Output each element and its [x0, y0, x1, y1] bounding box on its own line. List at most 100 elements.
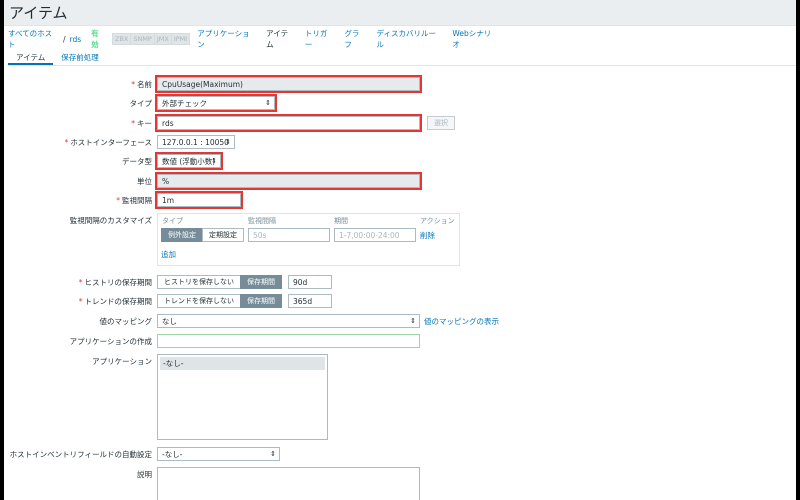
description-label: 説明: [137, 470, 152, 479]
screenshot-frame: アイテム すべてのホスト / rds 有効 ZBX SNMP JMX IPMI …: [0, 0, 800, 500]
inventory-select[interactable]: -なし- ⇕: [157, 447, 280, 461]
row-description: 説明: [4, 467, 794, 500]
applications-listbox[interactable]: -なし-: [157, 354, 328, 440]
history-input[interactable]: 90d: [288, 275, 332, 289]
applications-option-none[interactable]: -なし-: [160, 357, 325, 370]
data-type-value: 数値 (浮動小数): [162, 157, 216, 166]
row-key: * キー rds 選択: [4, 114, 794, 132]
row-name: * 名前 CpuUsage(Maximum): [4, 75, 794, 93]
row-custom-intervals: 監視間隔のカスタマイズ タイプ 監視間隔 期間 アクション 例外設定 定期設定 …: [4, 213, 794, 268]
units-label: 単位: [137, 177, 152, 186]
trends-toggle: トレンドを保存しない 保存期間: [157, 294, 282, 308]
host-sub-navigation: アプリケーション アイテム トリガー グラフ ディスカバリルール Webシナリオ: [197, 28, 508, 50]
history-do-not-keep[interactable]: ヒストリを保存しない: [157, 275, 241, 289]
nav-applications[interactable]: アプリケーション: [197, 28, 256, 50]
trends-control: トレンドを保存しない 保存期間 365d: [157, 294, 332, 308]
page-header: アイテム: [4, 0, 796, 26]
data-type-select[interactable]: 数値 (浮動小数) ⇕: [155, 152, 223, 170]
interval-control: 1m: [155, 191, 243, 209]
trends-input[interactable]: 365d: [288, 294, 332, 308]
row-applications: アプリケーション -なし-: [4, 354, 794, 442]
name-control: CpuUsage(Maximum): [155, 75, 422, 93]
history-label: * ヒストリの保存期間: [78, 278, 152, 287]
custom-interval-input[interactable]: 50s: [248, 228, 330, 242]
trends-label: * トレンドの保存期間: [78, 297, 152, 306]
chevron-updown-icon: ⇕: [270, 450, 276, 458]
row-units: 単位 %: [4, 172, 794, 190]
data-type-label: データ型: [122, 157, 152, 166]
row-inventory: ホストインベントリフィールドの自動設定 -なし- ⇕: [4, 447, 794, 461]
add-interval-link[interactable]: 追加: [161, 249, 176, 260]
host-status-badge: 有効: [91, 29, 99, 49]
badge-zbx: ZBX: [111, 33, 132, 45]
tab-preprocessing[interactable]: 保存前処理: [53, 50, 107, 65]
value-map-value: なし: [162, 317, 177, 326]
header-action: アクション: [420, 217, 455, 225]
new-application-input[interactable]: [157, 334, 420, 348]
nav-graphs[interactable]: グラフ: [344, 28, 366, 50]
host-interface-label: * ホストインターフェース: [64, 138, 152, 147]
inventory-label: ホストインベントリフィールドの自動設定: [9, 450, 152, 459]
nav-items[interactable]: アイテム: [266, 28, 295, 50]
history-control: ヒストリを保存しない 保存期間 90d: [157, 275, 332, 289]
segment-scheduling[interactable]: 定期設定: [202, 228, 244, 242]
tab-item[interactable]: アイテム: [8, 50, 54, 65]
availability-badges: ZBX SNMP JMX IPMI: [111, 33, 191, 45]
applications-label: アプリケーション: [92, 357, 152, 366]
segment-flexible[interactable]: 例外設定: [161, 228, 203, 242]
custom-period-input[interactable]: 1-7,00:00-24:00: [334, 228, 416, 242]
key-select-button[interactable]: 選択: [427, 116, 455, 130]
nav-all-hosts[interactable]: すべてのホスト: [8, 28, 59, 50]
show-value-mappings-link[interactable]: 値のマッピングの表示: [424, 316, 499, 327]
page-title: アイテム: [9, 4, 68, 22]
badge-snmp: SNMP: [130, 33, 155, 45]
trends-do-not-keep[interactable]: トレンドを保存しない: [157, 294, 241, 308]
data-type-control: 数値 (浮動小数) ⇕: [155, 152, 223, 170]
interval-type-toggle: 例外設定 定期設定: [161, 228, 244, 242]
units-control: %: [155, 172, 422, 190]
nav-host[interactable]: rds: [70, 35, 82, 44]
value-map-select[interactable]: なし ⇕: [157, 314, 420, 328]
host-interface-value: 127.0.0.1 : 10050: [162, 138, 229, 147]
type-select[interactable]: 外部チェック ⇕: [155, 94, 277, 112]
chevron-updown-icon: ⇕: [225, 138, 231, 146]
trends-storage-period[interactable]: 保存期間: [240, 294, 282, 308]
key-input[interactable]: rds: [155, 114, 422, 132]
header-type: タイプ: [162, 217, 183, 225]
interval-label: * 監視間隔: [116, 196, 152, 205]
row-host-interface: * ホストインターフェース 127.0.0.1 : 10050 ⇕: [4, 135, 794, 149]
form-tabs: アイテム 保存前処理: [8, 50, 796, 66]
host-navigation: すべてのホスト / rds 有効 ZBX SNMP JMX IPMI アプリケー…: [8, 28, 508, 50]
key-label: * キー: [131, 119, 152, 128]
history-storage-period[interactable]: 保存期間: [240, 275, 282, 289]
row-value-map: 値のマッピング なし ⇕ 値のマッピングの表示: [4, 314, 794, 328]
inventory-value: -なし-: [162, 450, 183, 459]
value-map-label: 値のマッピング: [99, 317, 153, 326]
page: アイテム すべてのホスト / rds 有効 ZBX SNMP JMX IPMI …: [0, 0, 800, 500]
nav-discovery-rules[interactable]: ディスカバリルール: [377, 28, 443, 50]
nav-triggers[interactable]: トリガー: [305, 28, 335, 50]
name-label: * 名前: [131, 80, 152, 89]
row-type: タイプ 外部チェック ⇕: [4, 94, 794, 112]
new-application-control: [157, 334, 420, 348]
interval-input[interactable]: 1m: [155, 191, 243, 209]
nav-web-scenarios[interactable]: Webシナリオ: [452, 28, 498, 50]
name-input[interactable]: CpuUsage(Maximum): [155, 75, 422, 93]
description-textarea[interactable]: [157, 467, 420, 500]
chevron-updown-icon: ⇕: [265, 99, 271, 107]
header-period: 期間: [334, 217, 348, 225]
row-interval: * 監視間隔 1m: [4, 191, 794, 209]
nav-separator: /: [63, 34, 66, 44]
header-interval: 監視間隔: [248, 217, 276, 225]
row-trends: * トレンドの保存期間 トレンドを保存しない 保存期間 365d: [4, 294, 794, 308]
remove-interval-link[interactable]: 削除: [420, 230, 435, 241]
row-data-type: データ型 数値 (浮動小数) ⇕: [4, 152, 794, 170]
host-interface-select[interactable]: 127.0.0.1 : 10050 ⇕: [157, 135, 235, 149]
host-interface-control: 127.0.0.1 : 10050 ⇕: [157, 135, 235, 149]
badge-jmx: JMX: [153, 33, 172, 45]
row-history: * ヒストリの保存期間 ヒストリを保存しない 保存期間 90d: [4, 275, 794, 289]
type-label: タイプ: [129, 99, 153, 108]
type-control: 外部チェック ⇕: [155, 94, 277, 112]
units-input[interactable]: %: [155, 172, 422, 190]
row-new-application: アプリケーションの作成: [4, 334, 794, 348]
